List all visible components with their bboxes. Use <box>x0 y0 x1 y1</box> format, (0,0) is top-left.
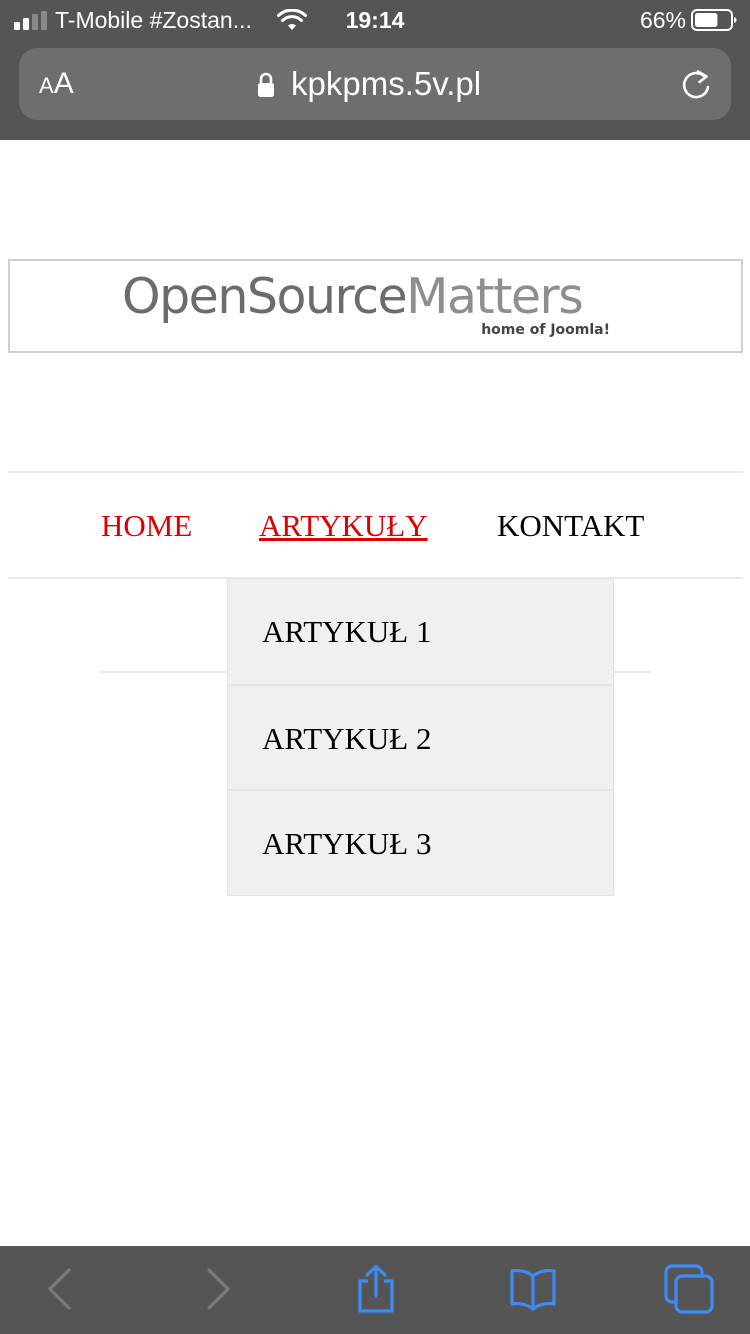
nav-top-divider <box>8 471 743 473</box>
articles-dropdown-menu: ARTYKUŁ 1 ARTYKUŁ 2 ARTYKUŁ 3 <box>227 578 614 896</box>
site-logo: OpenSourceMatters <box>122 268 584 325</box>
site-banner[interactable]: OpenSourceMatters home of Joomla! <box>8 259 743 353</box>
reload-icon[interactable] <box>679 68 713 102</box>
url-text[interactable]: kpkpms.5v.pl <box>291 65 481 103</box>
status-bar: T-Mobile #Zostan... 19:14 66% <box>0 0 750 40</box>
logo-tagline: home of Joomla! <box>481 322 610 338</box>
battery-icon <box>691 9 737 31</box>
address-bar[interactable]: AA kpkpms.5v.pl <box>19 48 731 120</box>
share-icon[interactable] <box>351 1264 401 1314</box>
tabs-icon[interactable] <box>664 1264 714 1314</box>
browser-address-area: AA kpkpms.5v.pl <box>0 40 750 140</box>
forward-arrow-icon[interactable] <box>192 1264 242 1314</box>
browser-toolbar <box>0 1246 750 1334</box>
lock-icon <box>258 72 274 97</box>
dropdown-item-article-2[interactable]: ARTYKUŁ 2 <box>228 684 613 789</box>
nav-item-home[interactable]: HOME <box>101 506 192 546</box>
text-size-button[interactable]: AA <box>39 66 74 102</box>
back-arrow-icon[interactable] <box>36 1264 86 1314</box>
status-time: 19:14 <box>345 7 405 33</box>
dropdown-item-article-1[interactable]: ARTYKUŁ 1 <box>228 579 613 684</box>
nav-item-contact[interactable]: KONTAKT <box>497 506 644 546</box>
battery-percent: 66% <box>639 7 686 33</box>
bookmarks-icon[interactable] <box>508 1264 558 1314</box>
nav-item-articles[interactable]: ARTYKUŁY <box>259 506 428 546</box>
dropdown-item-article-3[interactable]: ARTYKUŁ 3 <box>228 789 613 894</box>
